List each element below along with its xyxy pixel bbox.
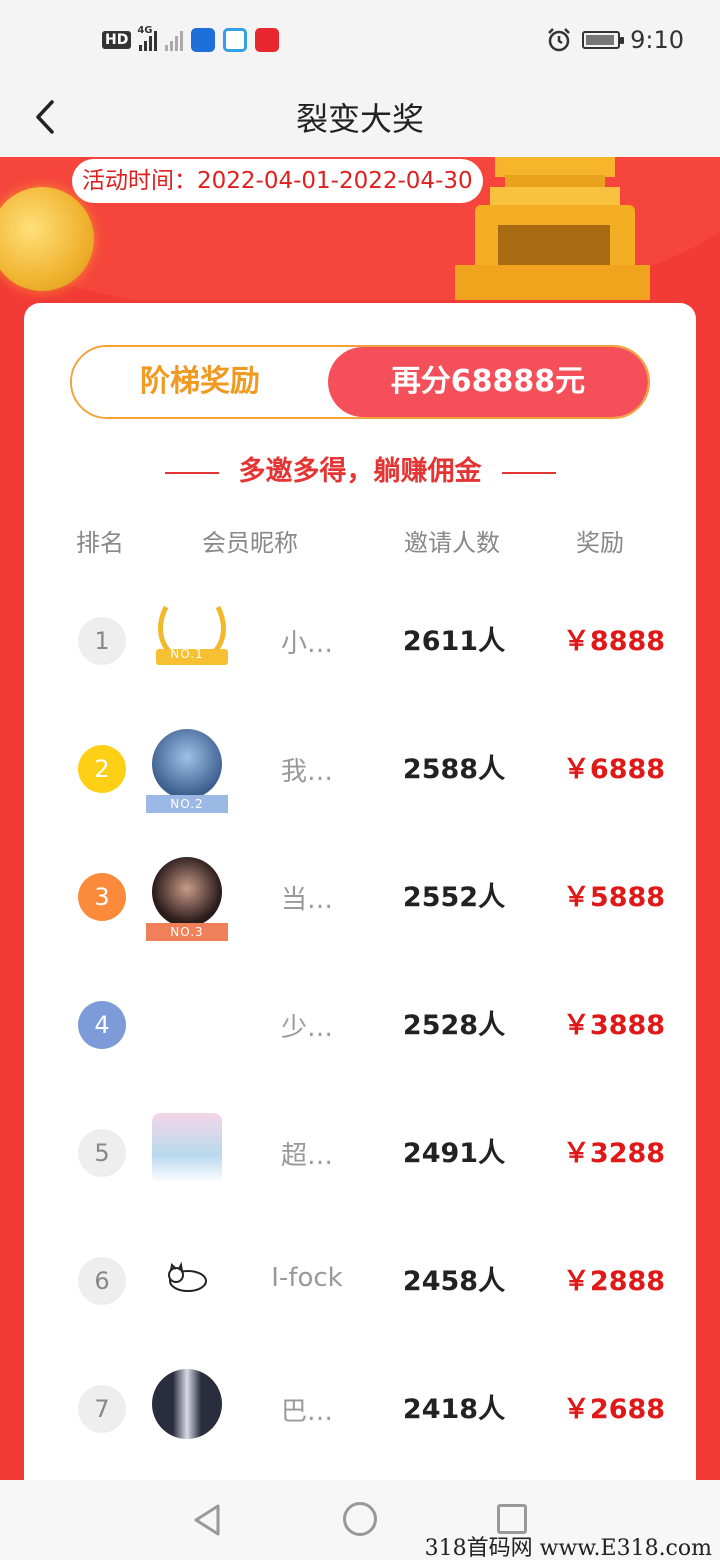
- activity-time: 活动时间：2022-04-01-2022-04-30: [72, 159, 483, 203]
- rank-badge: 6: [78, 1257, 126, 1305]
- reward-amount: ￥2888: [562, 1266, 666, 1297]
- header-rank: 排名: [76, 529, 124, 557]
- rank-badge: 7: [78, 1385, 126, 1433]
- page-title: 裂变大奖: [295, 100, 424, 138]
- rank-badge: 5: [78, 1129, 126, 1177]
- watermark: 318首码网 www.E318.com: [424, 1536, 712, 1560]
- rank-ribbon: NO.3: [146, 923, 228, 941]
- member-nickname: 少…: [280, 1013, 333, 1043]
- header-reward: 奖励: [576, 529, 624, 557]
- red-app-icon: [255, 28, 280, 52]
- network-type: 4G: [137, 25, 153, 36]
- invite-count: 2552人: [402, 882, 506, 913]
- status-left: HD 4G: [102, 25, 280, 52]
- table-row: 3 NO.3 当… 2552人 ￥5888: [24, 847, 696, 947]
- status-bar: HD 4G 9:10: [0, 0, 720, 82]
- reward-amount: ￥2688: [562, 1394, 666, 1425]
- nav-back-icon[interactable]: [190, 1502, 224, 1538]
- slogan-text: 多邀多得，躺赚佣金: [238, 456, 482, 487]
- reward-toggle: 阶梯奖励 再分68888元: [70, 345, 650, 419]
- member-nickname: 超…: [280, 1141, 333, 1171]
- system-nav-bar: 318首码网 www.E318.com: [0, 1480, 720, 1560]
- rank-badge: 1: [78, 617, 126, 665]
- table-row: 2 NO.2 我… 2588人 ￥6888: [24, 719, 696, 819]
- member-nickname: I-fock: [271, 1263, 343, 1293]
- member-nickname: 当…: [280, 885, 333, 915]
- reward-amount: ￥6888: [562, 754, 666, 785]
- avatar: NO.1: [152, 601, 228, 677]
- avatar-image: [152, 1369, 222, 1439]
- avatar: [152, 1241, 228, 1317]
- member-nickname: 小…: [280, 629, 333, 659]
- avatar-image: [152, 1113, 222, 1183]
- invite-count: 2458人: [402, 1266, 506, 1297]
- cat-avatar-icon: [168, 1261, 207, 1292]
- avatar-image: [152, 857, 222, 927]
- reward-amount: ￥5888: [562, 882, 666, 913]
- avatar: NO.2: [146, 729, 228, 813]
- reward-amount: ￥3288: [562, 1138, 666, 1169]
- battery-icon: [582, 31, 625, 49]
- avatar: NO.3: [146, 857, 228, 941]
- invite-count: 2491人: [402, 1138, 506, 1169]
- laurel-icon: [156, 605, 228, 665]
- signal-2-icon: [165, 29, 184, 51]
- rank-badge: 2: [78, 745, 126, 793]
- nav-bar: 裂变大奖: [0, 82, 720, 157]
- status-right: 9:10: [546, 26, 684, 54]
- alarm-icon: [548, 28, 570, 52]
- tab-ladder-reward[interactable]: 阶梯奖励: [72, 347, 328, 417]
- avatar: [152, 1113, 228, 1189]
- header-invites: 邀请人数: [404, 529, 500, 557]
- table-row: 6 I-fock 2458人 ￥2888: [24, 1231, 696, 1331]
- table-row: 1 NO.1 小… 2611人 ￥8888: [24, 591, 696, 691]
- trophy-icon: [455, 157, 650, 305]
- signal-icon: 4G: [137, 25, 158, 51]
- invite-count: 2611人: [402, 626, 506, 657]
- rank-badge: 3: [78, 873, 126, 921]
- tab-split-reward[interactable]: 再分68888元: [328, 347, 648, 417]
- banner: 活动时间：2022-04-01-2022-04-30: [0, 157, 720, 317]
- shield-app-icon: [191, 28, 216, 52]
- ranking-card: 阶梯奖励 再分68888元 多邀多得，躺赚佣金 排名 会员昵称 邀请人数 奖励 …: [24, 303, 696, 1503]
- reward-amount: ￥3888: [562, 1010, 666, 1041]
- rank-badge: 4: [78, 1001, 126, 1049]
- slogan: 多邀多得，躺赚佣金: [24, 449, 696, 488]
- clock: 9:10: [630, 26, 684, 54]
- invite-count: 2418人: [402, 1394, 506, 1425]
- avatar-image: [152, 729, 222, 799]
- table-row: 5 超… 2491人 ￥3288: [24, 1103, 696, 1203]
- invite-count: 2528人: [402, 1010, 506, 1041]
- member-nickname: 巴…: [280, 1397, 333, 1427]
- hd-icon: HD: [102, 31, 132, 49]
- slogan-line-left: [164, 471, 219, 474]
- header-nickname: 会员昵称: [202, 529, 298, 557]
- reward-amount: ￥8888: [562, 626, 666, 657]
- member-nickname: 我…: [280, 757, 333, 787]
- table-row: 4 少… 2528人 ￥3888: [24, 975, 696, 1075]
- rank-ribbon: NO.1: [170, 647, 204, 661]
- slogan-line-right: [501, 471, 556, 474]
- rank-ribbon: NO.2: [146, 795, 228, 813]
- table-row: 7 巴… 2418人 ￥2688: [24, 1359, 696, 1459]
- invite-count: 2588人: [402, 754, 506, 785]
- nav-home-icon[interactable]: [343, 1502, 377, 1536]
- avatar: [152, 1369, 228, 1445]
- circle-app-icon: [223, 28, 248, 52]
